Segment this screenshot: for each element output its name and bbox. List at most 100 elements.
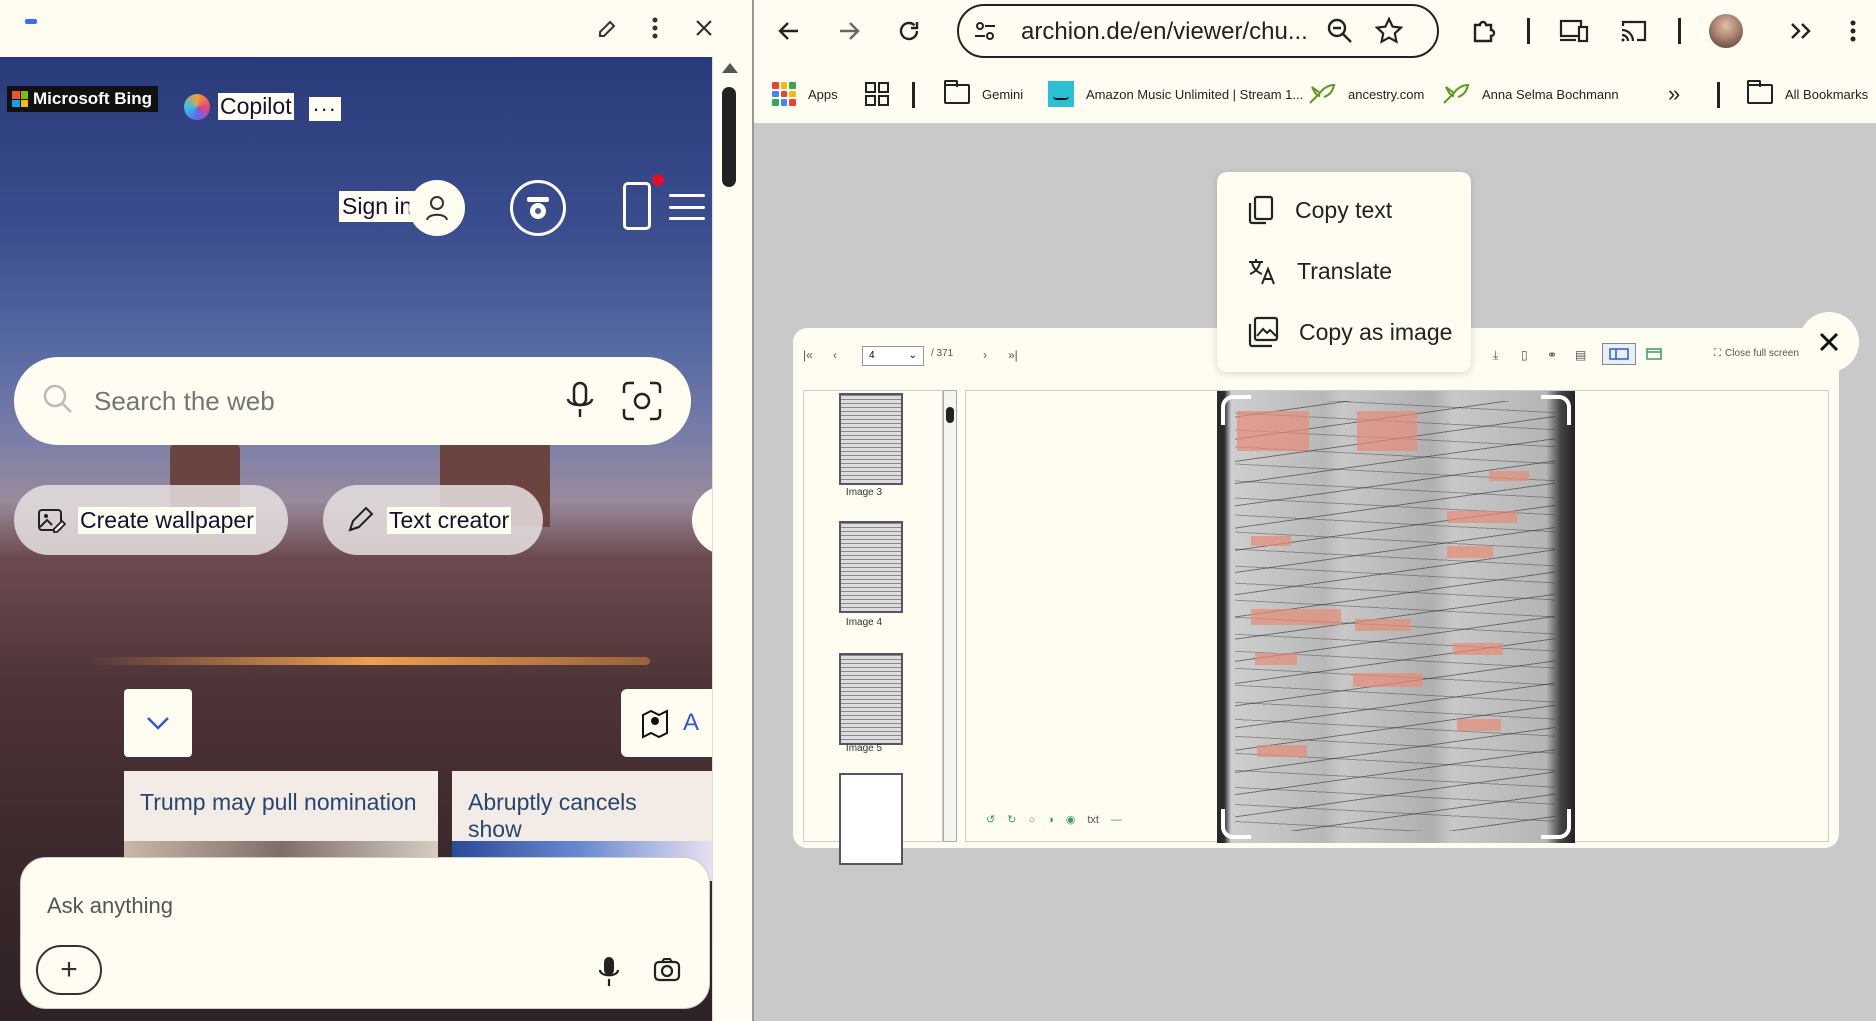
bing-logo[interactable]: Microsoft Bing bbox=[7, 86, 158, 112]
account-avatar-icon[interactable] bbox=[409, 180, 465, 236]
zoom-icon[interactable] bbox=[1327, 18, 1353, 44]
visual-search-icon[interactable] bbox=[620, 379, 664, 423]
rotate-left-icon[interactable]: ↺ bbox=[986, 813, 995, 826]
close-panel-icon[interactable] bbox=[686, 10, 722, 46]
menu-copy-text-label: Copy text bbox=[1295, 196, 1393, 223]
side-panel-header bbox=[0, 0, 752, 57]
url-text[interactable]: archion.de/en/viewer/chu... bbox=[1021, 18, 1308, 46]
close-viewer-button[interactable] bbox=[1799, 312, 1859, 372]
menu-copy-text[interactable]: Copy text bbox=[1217, 182, 1471, 238]
extensions-icon[interactable] bbox=[1466, 14, 1500, 48]
selection-corner[interactable] bbox=[1541, 809, 1571, 839]
create-wallpaper-button[interactable]: Create wallpaper bbox=[14, 485, 288, 555]
camera-search-icon[interactable] bbox=[652, 955, 682, 985]
selection-corner[interactable] bbox=[1541, 395, 1571, 425]
bookmarks-overflow-icon: » bbox=[1668, 81, 1681, 106]
brightness-icon[interactable]: ○ bbox=[1028, 814, 1035, 826]
add-attachment-button[interactable]: + bbox=[36, 945, 102, 995]
bookmark-ancestry[interactable]: ancestry.com bbox=[1308, 80, 1424, 108]
reload-icon[interactable] bbox=[892, 14, 926, 48]
copilot-logo-icon bbox=[184, 93, 210, 120]
profile-avatar[interactable] bbox=[1709, 14, 1743, 48]
menu-copy-as-image[interactable]: Copy as image bbox=[1217, 304, 1471, 360]
microphone-icon[interactable] bbox=[564, 379, 596, 423]
news-card-1[interactable]: Trump may pull nomination bbox=[124, 771, 438, 841]
web-search-box[interactable] bbox=[14, 357, 691, 445]
thumbnail-scrollbar[interactable] bbox=[943, 390, 957, 842]
txt-toggle[interactable]: txt bbox=[1087, 814, 1099, 826]
thumbnail-strip[interactable]: Image 3 Image 4 Image 5 bbox=[803, 390, 943, 865]
thumbnail-image[interactable] bbox=[839, 653, 903, 745]
news-card-2[interactable]: Abruptly cancels show bbox=[452, 771, 712, 842]
image-tools: ↺ ↻ ○ ◑ ◉ txt — bbox=[986, 813, 1122, 827]
rewards-trophy-icon[interactable] bbox=[510, 180, 566, 236]
search-icon bbox=[43, 384, 72, 413]
scroll-thumb[interactable] bbox=[722, 87, 736, 187]
address-bar[interactable]: archion.de/en/viewer/chu... bbox=[957, 4, 1439, 58]
zoom-out-icon[interactable]: — bbox=[1111, 814, 1122, 826]
last-page-icon[interactable]: »| bbox=[1008, 348, 1018, 362]
scroll-up-arrow-icon[interactable] bbox=[722, 63, 738, 73]
thumbnail-image[interactable] bbox=[839, 521, 903, 613]
church-record-image[interactable] bbox=[1217, 391, 1575, 843]
chevron-down-icon bbox=[147, 717, 169, 730]
panel-scrollbar[interactable] bbox=[712, 57, 752, 1021]
prev-page-icon[interactable]: ‹ bbox=[833, 348, 837, 362]
chevron-double-right-icon[interactable] bbox=[1784, 14, 1818, 48]
bookmark-star-icon[interactable] bbox=[1375, 17, 1403, 45]
text-highlight bbox=[1447, 546, 1493, 558]
bookmark-anna-selma[interactable]: Anna Selma Bochmann bbox=[1442, 80, 1619, 108]
devices-icon[interactable] bbox=[1557, 14, 1591, 48]
microphone-icon[interactable] bbox=[597, 955, 621, 989]
menu-translate[interactable]: Translate bbox=[1217, 243, 1471, 299]
forward-icon[interactable] bbox=[832, 14, 866, 48]
next-page-icon[interactable]: › bbox=[983, 348, 987, 362]
all-bookmarks-button[interactable]: All Bookmarks bbox=[1747, 80, 1868, 108]
edit-icon[interactable] bbox=[590, 10, 626, 46]
thumbnail-image[interactable] bbox=[839, 393, 903, 485]
more-options-icon[interactable] bbox=[637, 10, 673, 46]
copilot-link[interactable]: Copilot bbox=[184, 93, 294, 120]
ancestry-leaf-icon bbox=[1309, 83, 1336, 104]
link-icon[interactable]: ⚭ bbox=[1547, 348, 1557, 362]
cast-icon[interactable] bbox=[1617, 14, 1651, 48]
download-icon[interactable]: ⤓ bbox=[1493, 348, 1498, 363]
ask-composer[interactable]: Ask anything + bbox=[20, 857, 710, 1009]
document-icon[interactable]: ▤ bbox=[1575, 348, 1586, 362]
bookmark-apps[interactable]: Apps bbox=[772, 80, 838, 108]
hamburger-menu-icon[interactable] bbox=[669, 194, 705, 220]
browser-menu-icon[interactable] bbox=[1836, 14, 1870, 48]
selection-corner[interactable] bbox=[1221, 809, 1251, 839]
thumbnail-image[interactable] bbox=[839, 773, 903, 865]
site-settings-icon[interactable] bbox=[973, 19, 997, 43]
expand-chevron-button[interactable] bbox=[124, 689, 192, 757]
bookmarks-overflow-button[interactable]: » bbox=[1668, 80, 1680, 108]
page-image-view[interactable]: ↺ ↻ ○ ◑ ◉ txt — bbox=[965, 390, 1829, 843]
thumbnail-scroll-thumb[interactable] bbox=[946, 407, 954, 423]
more-pills-edge[interactable] bbox=[692, 485, 712, 555]
bookmark-icon[interactable]: ▯ bbox=[1521, 348, 1528, 362]
tab-groups-button[interactable] bbox=[864, 80, 890, 108]
bookmarks-bar: Apps Gemini Amazon Music Unlimited | Str… bbox=[754, 62, 1876, 124]
contrast-icon[interactable]: ◑ bbox=[1047, 814, 1054, 826]
layout-single-icon[interactable] bbox=[1646, 348, 1662, 360]
bing-logo-text: Microsoft Bing bbox=[33, 89, 152, 108]
bookmark-amazon-music[interactable]: Amazon Music Unlimited | Stream 1... bbox=[1048, 80, 1303, 108]
text-creator-button[interactable]: Text creator bbox=[323, 485, 543, 555]
page-number-select[interactable]: 4 ⌄ bbox=[862, 346, 924, 366]
layout-split-icon[interactable] bbox=[1602, 343, 1636, 365]
more-menu-button[interactable]: ... bbox=[309, 93, 342, 121]
first-page-icon[interactable]: |« bbox=[803, 348, 813, 362]
location-button[interactable]: A bbox=[621, 689, 712, 757]
search-input[interactable] bbox=[94, 381, 544, 421]
selection-corner[interactable] bbox=[1221, 395, 1251, 425]
ancestry-leaf-icon bbox=[1443, 83, 1470, 104]
back-icon[interactable] bbox=[772, 14, 806, 48]
mobile-app-icon[interactable] bbox=[623, 182, 651, 230]
ask-input[interactable]: Ask anything bbox=[47, 893, 173, 919]
sign-in-button[interactable]: Sign in bbox=[339, 191, 416, 222]
close-full-screen-button[interactable]: ⛶ Close full screen bbox=[1714, 348, 1799, 359]
color-icon[interactable]: ◉ bbox=[1066, 813, 1076, 826]
rotate-right-icon[interactable]: ↻ bbox=[1007, 813, 1016, 826]
bookmark-gemini[interactable]: Gemini bbox=[944, 80, 1023, 108]
